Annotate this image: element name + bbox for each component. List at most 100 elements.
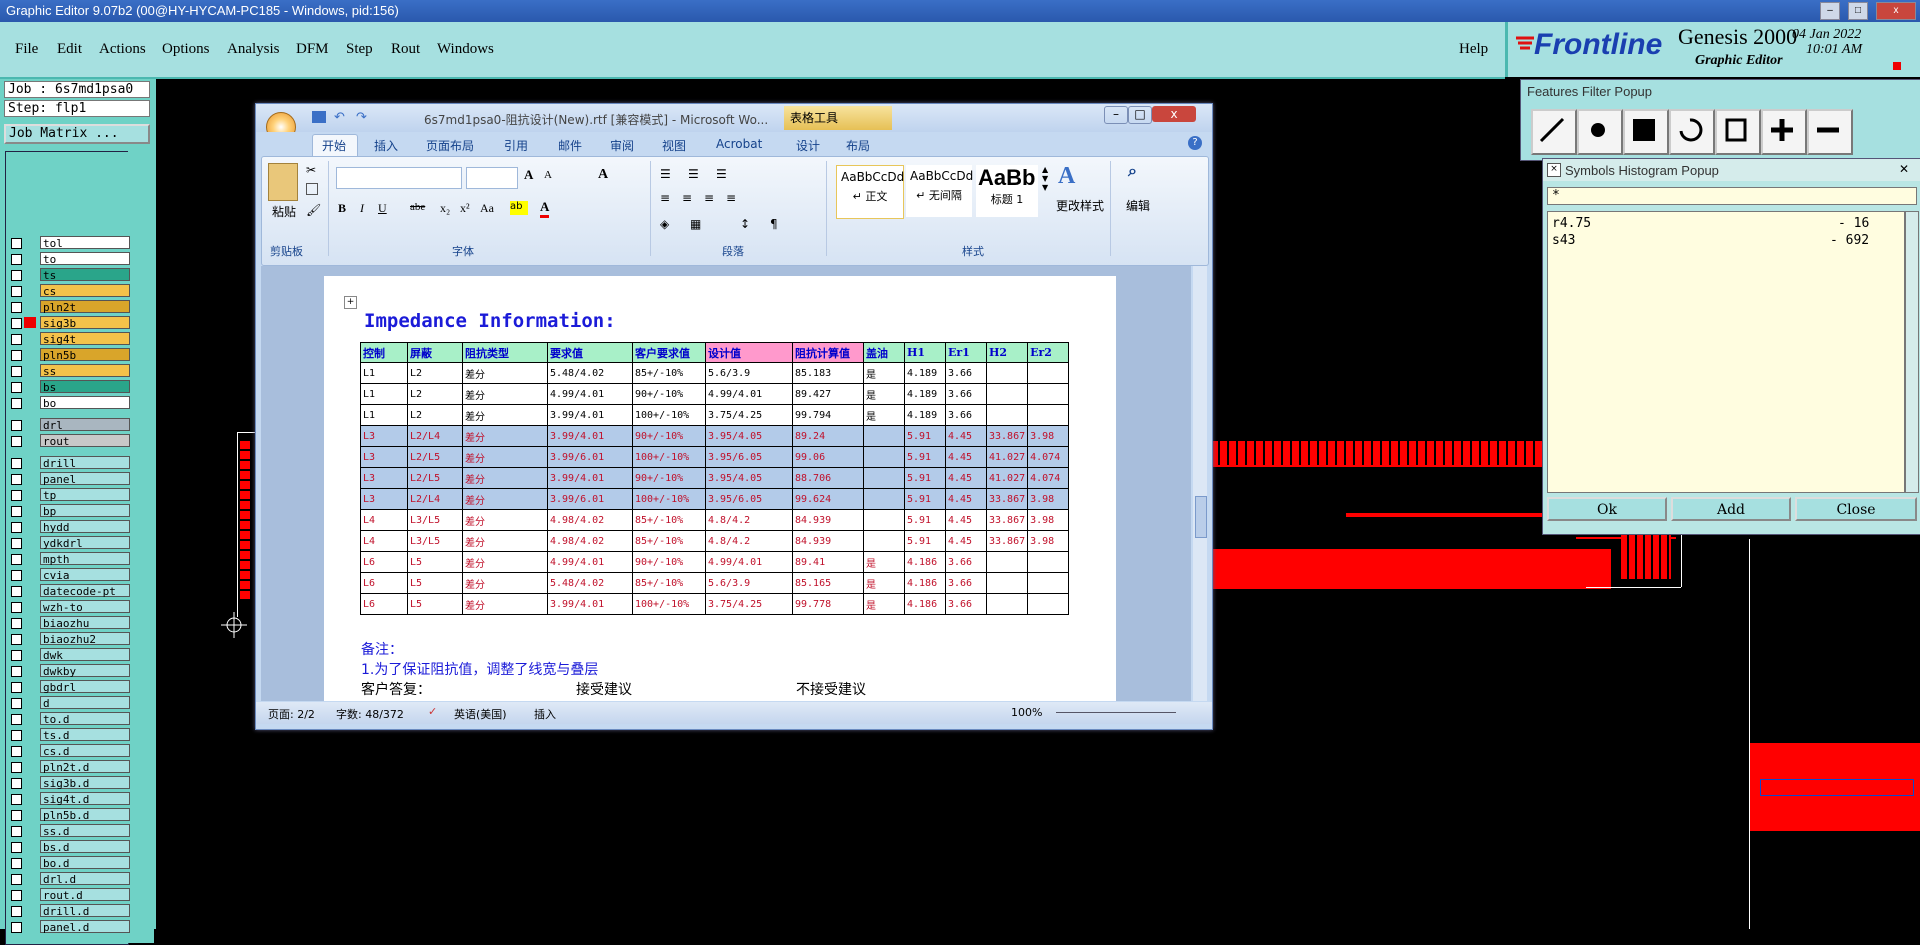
table-cell[interactable]: 3.99/6.01: [547, 488, 633, 510]
table-cell[interactable]: 84.939: [792, 509, 864, 531]
table-cell[interactable]: L3: [360, 488, 408, 510]
table-cell[interactable]: 差分: [462, 446, 548, 468]
sort-icon[interactable]: ↕: [740, 217, 750, 231]
table-cell[interactable]: 4.186: [904, 593, 946, 615]
layer-name[interactable]: tp: [40, 488, 130, 502]
arc-tool-icon[interactable]: [1669, 109, 1715, 155]
table-cell[interactable]: L3/L5: [407, 530, 463, 552]
table-cell[interactable]: 5.48/4.02: [547, 572, 633, 594]
close-button[interactable]: Close: [1795, 497, 1917, 521]
table-header[interactable]: 阻抗计算值: [792, 342, 864, 363]
highlight-icon[interactable]: ab: [510, 201, 528, 215]
table-cell[interactable]: 99.778: [792, 593, 864, 615]
table-cell[interactable]: L2/L5: [407, 467, 463, 489]
table-cell[interactable]: 85.183: [792, 362, 864, 384]
table-cell[interactable]: [1027, 383, 1070, 405]
layer-checkbox[interactable]: [11, 420, 22, 431]
justify-icon[interactable]: ≡: [726, 191, 736, 205]
table-cell[interactable]: L2: [407, 383, 463, 405]
menu-windows[interactable]: Windows: [437, 41, 494, 58]
table-cell[interactable]: 4.45: [945, 488, 987, 510]
layer-row[interactable]: ydkdrl: [8, 536, 130, 550]
subscript-icon[interactable]: x₂: [440, 201, 450, 216]
layer-checkbox[interactable]: [11, 922, 22, 933]
table-cell[interactable]: 4.186: [904, 572, 946, 594]
tab-view[interactable]: 视图: [662, 137, 686, 154]
table-cell[interactable]: 88.706: [792, 467, 864, 489]
style-normal[interactable]: AaBbCcDd ↵ 正文: [836, 165, 904, 219]
table-cell[interactable]: 是: [863, 383, 905, 405]
table-cell[interactable]: 5.91: [904, 467, 946, 489]
underline-icon[interactable]: U: [378, 201, 387, 216]
maximize-button[interactable]: □: [1128, 106, 1152, 124]
table-row[interactable]: L3 L2/L5 差分 3.99/6.01 100+/-10% 3.95/6.05 99.0…: [360, 446, 1070, 468]
table-cell[interactable]: 3.98: [1027, 488, 1070, 510]
layer-row[interactable]: hydd: [8, 520, 130, 534]
table-cell[interactable]: 85.165: [792, 572, 864, 594]
layer-checkbox[interactable]: [11, 682, 22, 693]
layer-name[interactable]: panel: [40, 472, 130, 486]
table-cell[interactable]: 33.867: [985, 530, 1029, 552]
table-cell[interactable]: 3.95/4.05: [705, 467, 793, 489]
table-cell[interactable]: 3.99/6.01: [547, 446, 633, 468]
table-header[interactable]: 阻抗类型: [462, 342, 548, 363]
layer-checkbox[interactable]: [11, 890, 22, 901]
table-cell[interactable]: 5.6/3.9: [705, 362, 793, 384]
layer-checkbox[interactable]: [11, 810, 22, 821]
tab-review[interactable]: 审阅: [610, 137, 634, 154]
layer-checkbox[interactable]: [11, 666, 22, 677]
tab-design[interactable]: 设计: [796, 137, 820, 154]
layer-checkbox[interactable]: [11, 474, 22, 485]
layer-row[interactable]: ss.d: [8, 824, 130, 838]
layer-row[interactable]: cvia: [8, 568, 130, 582]
layer-checkbox[interactable]: [11, 302, 22, 313]
table-cell[interactable]: 4.45: [945, 425, 987, 447]
maximize-button[interactable]: □: [1848, 2, 1868, 20]
symbol-list-scrollbar[interactable]: [1905, 211, 1919, 493]
layer-checkbox[interactable]: [11, 746, 22, 757]
layer-name[interactable]: cs: [40, 284, 130, 298]
table-cell[interactable]: 3.98: [1027, 425, 1070, 447]
table-cell[interactable]: 3.66: [945, 593, 987, 615]
font-size-select[interactable]: [466, 167, 518, 189]
table-header[interactable]: 要求值: [547, 342, 633, 363]
layer-name[interactable]: datecode-pt: [40, 584, 130, 598]
table-cell[interactable]: L6: [360, 593, 408, 615]
layer-row[interactable]: dwk: [8, 648, 130, 662]
layer-name[interactable]: drl: [40, 418, 130, 432]
table-cell[interactable]: L1: [360, 362, 408, 384]
layer-checkbox[interactable]: [11, 458, 22, 469]
table-cell[interactable]: [1027, 551, 1070, 573]
layer-name[interactable]: hydd: [40, 520, 130, 534]
cut-icon[interactable]: ✂: [306, 163, 316, 177]
layer-checkbox[interactable]: [11, 698, 22, 709]
close-icon[interactable]: ✕: [1899, 162, 1909, 176]
close-button[interactable]: x: [1876, 2, 1916, 20]
negative-polarity-icon[interactable]: [1807, 109, 1853, 155]
layer-checkbox[interactable]: [11, 826, 22, 837]
page-count[interactable]: 页面: 2/2: [268, 706, 315, 722]
layer-checkbox[interactable]: [11, 254, 22, 265]
table-cell[interactable]: 3.95/6.05: [705, 446, 793, 468]
table-cell[interactable]: [863, 509, 905, 531]
table-row[interactable]: L6 L5 差分 3.99/4.01 100+/-10% 3.75/4.25 99.778 是…: [360, 593, 1070, 615]
table-cell[interactable]: L3: [360, 425, 408, 447]
layer-name[interactable]: drl.d: [40, 872, 130, 886]
layer-checkbox[interactable]: [11, 506, 22, 517]
layer-checkbox[interactable]: [11, 730, 22, 741]
table-cell[interactable]: [863, 530, 905, 552]
table-header[interactable]: H2: [985, 342, 1029, 363]
table-cell[interactable]: 4.99/4.01: [547, 383, 633, 405]
layer-name[interactable]: pln5b.d: [40, 808, 130, 822]
table-cell[interactable]: 99.06: [792, 446, 864, 468]
table-header[interactable]: 屏蔽: [407, 342, 463, 363]
document-page[interactable]: + Impedance Information: 控制 屏蔽 阻抗类型 要求值 客户要求…: [324, 276, 1116, 701]
table-cell[interactable]: 3.66: [945, 572, 987, 594]
layer-checkbox[interactable]: [11, 398, 22, 409]
table-row[interactable]: L3 L2/L5 差分 3.99/4.01 90+/-10% 3.95/4.05 88.70…: [360, 467, 1070, 489]
change-case-icon[interactable]: Aa: [480, 201, 494, 216]
table-cell[interactable]: 90+/-10%: [632, 383, 706, 405]
styles-scroll[interactable]: ▲ ▼ ▼: [1042, 165, 1052, 217]
reject-option[interactable]: 不接受建议: [796, 679, 866, 699]
layer-row[interactable]: pln5b.d: [8, 808, 130, 822]
